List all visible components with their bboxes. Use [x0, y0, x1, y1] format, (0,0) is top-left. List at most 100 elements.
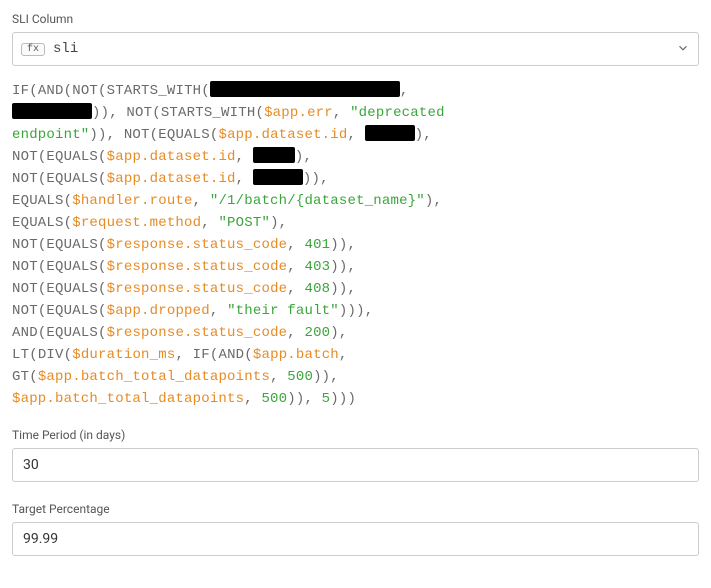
- redacted-value: [253, 147, 295, 163]
- punct-token: )),: [313, 369, 339, 385]
- punct-token: (: [64, 347, 73, 363]
- function-token: AND: [38, 83, 64, 99]
- variable-token: $response.status_code: [107, 325, 288, 341]
- fx-badge: fx: [21, 43, 45, 56]
- punct-token: ),: [425, 193, 442, 209]
- punct-token: (: [244, 347, 253, 363]
- function-token: IF: [193, 347, 210, 363]
- punct-token: (: [152, 105, 161, 121]
- number-token: 408: [304, 281, 330, 297]
- punct-token: (: [98, 171, 107, 187]
- punct-token: (: [98, 303, 107, 319]
- function-token: NOT: [12, 303, 38, 319]
- sli-column-value: sli: [53, 41, 668, 57]
- string-token: "their fault": [227, 303, 339, 319]
- punct-token: (: [201, 83, 210, 99]
- number-token: 500: [287, 369, 313, 385]
- punct-token: ,: [287, 325, 304, 341]
- variable-token: $app.batch_total_datapoints: [12, 391, 244, 407]
- variable-token: $app.dropped: [107, 303, 210, 319]
- function-token: EQUALS: [46, 303, 98, 319]
- punct-token: )),: [287, 391, 321, 407]
- variable-token: $response.status_code: [107, 237, 288, 253]
- number-token: 500: [261, 391, 287, 407]
- number-token: 403: [304, 259, 330, 275]
- punct-token: (: [64, 215, 73, 231]
- punct-token: ,: [348, 127, 365, 143]
- punct-token: )),: [303, 171, 329, 187]
- punct-token: (: [29, 369, 38, 385]
- function-token: NOT: [12, 281, 38, 297]
- function-token: EQUALS: [46, 259, 98, 275]
- punct-token: (: [29, 347, 38, 363]
- redacted-value: [253, 169, 303, 185]
- time-period-label: Time Period (in days): [12, 428, 699, 442]
- string-token: "POST": [218, 215, 270, 231]
- variable-token: $app.batch_total_datapoints: [38, 369, 270, 385]
- redacted-value: [365, 125, 415, 141]
- sli-column-label: SLI Column: [12, 12, 699, 26]
- punct-token: ),: [415, 127, 432, 143]
- variable-token: $app.dataset.id: [107, 171, 236, 187]
- punct-token: ))): [330, 391, 356, 407]
- punct-token: (: [98, 149, 107, 165]
- punct-token: (: [255, 105, 264, 121]
- punct-token: )),: [89, 127, 123, 143]
- function-token: NOT: [12, 171, 38, 187]
- redacted-value: [12, 103, 92, 119]
- redacted-value: [210, 81, 400, 97]
- punct-token: ,: [270, 369, 287, 385]
- punct-token: )),: [330, 281, 356, 297]
- punct-token: ),: [330, 325, 347, 341]
- punct-token: ,: [287, 281, 304, 297]
- function-token: AND: [12, 325, 38, 341]
- function-token: NOT: [12, 149, 38, 165]
- punct-token: ,: [244, 391, 261, 407]
- target-percentage-label: Target Percentage: [12, 502, 699, 516]
- variable-token: $response.status_code: [107, 281, 288, 297]
- punct-token: (: [98, 237, 107, 253]
- punct-token: (: [98, 83, 107, 99]
- chevron-down-icon: [676, 40, 690, 59]
- function-token: EQUALS: [158, 127, 210, 143]
- function-token: IF: [12, 83, 29, 99]
- function-token: NOT: [12, 259, 38, 275]
- punct-token: (: [98, 325, 107, 341]
- function-token: STARTS_WITH: [161, 105, 256, 121]
- punct-token: ,: [175, 347, 192, 363]
- function-token: NOT: [12, 237, 38, 253]
- punct-token: ,: [333, 105, 350, 121]
- function-token: EQUALS: [46, 325, 98, 341]
- punct-token: ,: [193, 193, 210, 209]
- number-token: 401: [304, 237, 330, 253]
- variable-token: $app.dataset.id: [107, 149, 236, 165]
- punct-token: ))),: [339, 303, 373, 319]
- punct-token: ,: [400, 83, 409, 99]
- punct-token: (: [98, 259, 107, 275]
- variable-token: $response.status_code: [107, 259, 288, 275]
- punct-token: ),: [270, 215, 287, 231]
- punct-token: ,: [287, 237, 304, 253]
- punct-token: ,: [210, 303, 227, 319]
- function-token: LT: [12, 347, 29, 363]
- function-token: EQUALS: [12, 215, 64, 231]
- target-percentage-input[interactable]: [12, 522, 699, 556]
- function-token: STARTS_WITH: [107, 83, 202, 99]
- time-period-input[interactable]: [12, 448, 699, 482]
- punct-token: ,: [201, 215, 218, 231]
- punct-token: (: [64, 83, 73, 99]
- punct-token: ,: [236, 149, 253, 165]
- punct-token: ,: [339, 347, 348, 363]
- punct-token: )),: [92, 105, 126, 121]
- sli-column-select[interactable]: fx sli: [12, 32, 699, 66]
- punct-token: ),: [295, 149, 312, 165]
- string-token: endpoint": [12, 127, 89, 143]
- punct-token: (: [150, 127, 159, 143]
- function-token: NOT: [126, 105, 152, 121]
- number-token: 5: [322, 391, 331, 407]
- function-token: EQUALS: [46, 281, 98, 297]
- string-token: "/1/batch/{dataset_name}": [210, 193, 425, 209]
- function-token: AND: [218, 347, 244, 363]
- variable-token: $app.err: [264, 105, 333, 121]
- function-token: EQUALS: [46, 149, 98, 165]
